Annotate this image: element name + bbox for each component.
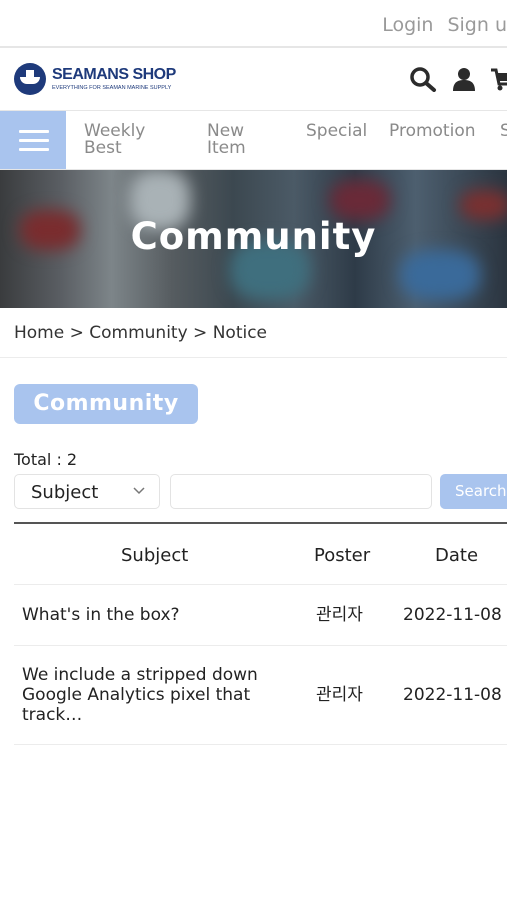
column-header-poster: Poster: [314, 545, 371, 566]
section-badge: Community: [14, 384, 198, 424]
row-poster: 관리자: [316, 685, 363, 705]
top-bar: Login Sign u: [0, 0, 507, 48]
user-icon[interactable]: [453, 67, 475, 91]
cart-icon[interactable]: [491, 67, 507, 91]
account-links: Login Sign u: [368, 14, 507, 36]
search-field-select[interactable]: Subject: [14, 474, 160, 509]
select-value: Subject: [31, 482, 99, 503]
logo-brand: SEAMANS SHOP: [52, 65, 176, 83]
table-header-border: [14, 522, 507, 524]
row-date: 2022-11-08: [403, 605, 502, 625]
logo-tagline: EVERYTHING FOR SEAMAN MARINE SUPPLY: [52, 84, 172, 91]
column-header-subject: Subject: [121, 545, 189, 566]
chevron-down-icon: [133, 487, 145, 495]
site-logo[interactable]: SEAMANS SHOP EVERYTHING FOR SEAMAN MARIN…: [14, 62, 176, 96]
row-poster: 관리자: [316, 605, 363, 625]
nav-item-special[interactable]: Special: [306, 123, 367, 140]
divider: [0, 357, 507, 358]
menu-icon[interactable]: [0, 111, 66, 169]
login-link[interactable]: Login: [382, 14, 433, 36]
ship-emblem-icon: [14, 63, 46, 95]
row-date: 2022-11-08: [403, 685, 502, 705]
search-icon[interactable]: [409, 66, 437, 92]
hero-banner: Community: [0, 170, 507, 308]
header-icons: [393, 66, 507, 92]
nav-item-weekly-best[interactable]: Weekly Best: [84, 123, 145, 157]
breadcrumb: Home > Community > Notice: [14, 323, 268, 343]
search-input[interactable]: [170, 474, 432, 509]
category-nav: WeeklyBest NewItem Special Promotion S: [0, 111, 507, 170]
nav-item-promotion[interactable]: Promotion: [389, 123, 476, 140]
row-subject-link[interactable]: We include a stripped down Google Analyt…: [22, 665, 258, 725]
total-count: Total : 2: [14, 450, 78, 469]
divider: [14, 584, 507, 585]
column-header-date: Date: [435, 545, 479, 566]
signup-link[interactable]: Sign u: [447, 14, 507, 36]
hero-title: Community: [130, 215, 377, 258]
site-header: SEAMANS SHOP EVERYTHING FOR SEAMAN MARIN…: [0, 48, 507, 111]
nav-item-new-item[interactable]: New Item: [207, 123, 246, 157]
nav-item-more[interactable]: S: [500, 123, 507, 140]
divider: [14, 744, 507, 745]
row-subject-link[interactable]: What's in the box?: [22, 605, 180, 625]
search-button[interactable]: Search: [440, 474, 507, 509]
divider: [14, 645, 507, 646]
